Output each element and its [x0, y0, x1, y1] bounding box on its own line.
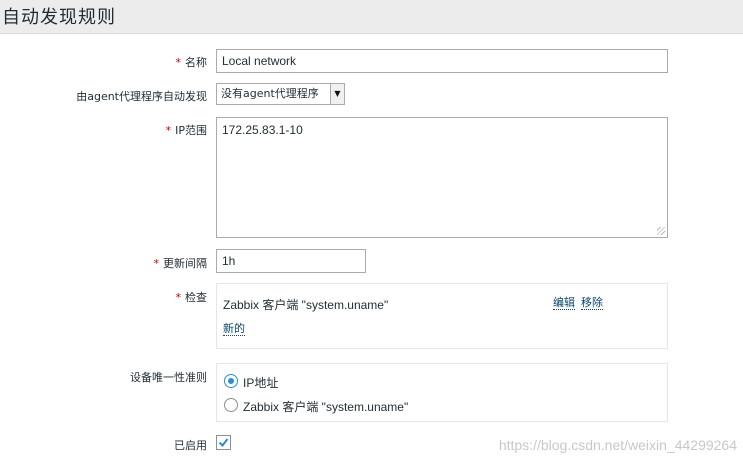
- ip-range-value: 172.25.83.1-10: [222, 123, 303, 137]
- name-label: * 名称: [175, 56, 208, 69]
- page-title: 自动发现规则: [2, 7, 116, 28]
- check-remove-link[interactable]: 移除: [581, 296, 603, 310]
- uniqueness-option-agent-label[interactable]: Zabbix 客户端 "system.uname": [243, 398, 408, 415]
- required-mark: *: [153, 257, 160, 270]
- page-header: 自动发现规则: [0, 0, 743, 34]
- check-item-text: Zabbix 客户端 "system.uname": [223, 298, 389, 312]
- proxy-label: 由agent代理程序自动发现: [76, 90, 207, 103]
- interval-input[interactable]: 1h: [216, 249, 366, 273]
- interval-label: * 更新间隔: [153, 257, 208, 270]
- watermark-text: https://blog.csdn.net/weixin_44299264: [498, 437, 737, 453]
- required-mark: *: [175, 56, 182, 69]
- check-edit-link[interactable]: 编辑: [553, 296, 575, 310]
- name-input[interactable]: Local network: [216, 49, 668, 73]
- enabled-label: 已启用: [174, 439, 207, 452]
- dropdown-arrow-icon[interactable]: ▼: [330, 84, 344, 104]
- uniqueness-panel: IP地址 Zabbix 客户端 "system.uname": [216, 363, 668, 422]
- uniqueness-radio-agent[interactable]: [224, 398, 238, 412]
- uniqueness-radio-ip[interactable]: [224, 374, 238, 388]
- ip-range-label: * IP范围: [165, 124, 207, 137]
- checks-label: * 检查: [175, 291, 208, 304]
- proxy-select-value: 没有agent代理程序: [221, 87, 319, 100]
- checks-panel: Zabbix 客户端 "system.uname" 编辑 移除 新的: [216, 283, 668, 349]
- uniqueness-label: 设备唯一性准则: [130, 371, 207, 384]
- required-mark: *: [165, 124, 172, 137]
- uniqueness-option-ip-label[interactable]: IP地址: [243, 374, 278, 391]
- ip-range-textarea[interactable]: 172.25.83.1-10: [216, 117, 668, 238]
- required-mark: *: [175, 291, 182, 304]
- proxy-select[interactable]: 没有agent代理程序 ▼: [216, 83, 345, 105]
- check-new-link[interactable]: 新的: [223, 322, 245, 336]
- check-icon: [218, 438, 229, 448]
- enabled-checkbox[interactable]: [216, 435, 231, 450]
- resize-grip-icon[interactable]: [657, 227, 665, 235]
